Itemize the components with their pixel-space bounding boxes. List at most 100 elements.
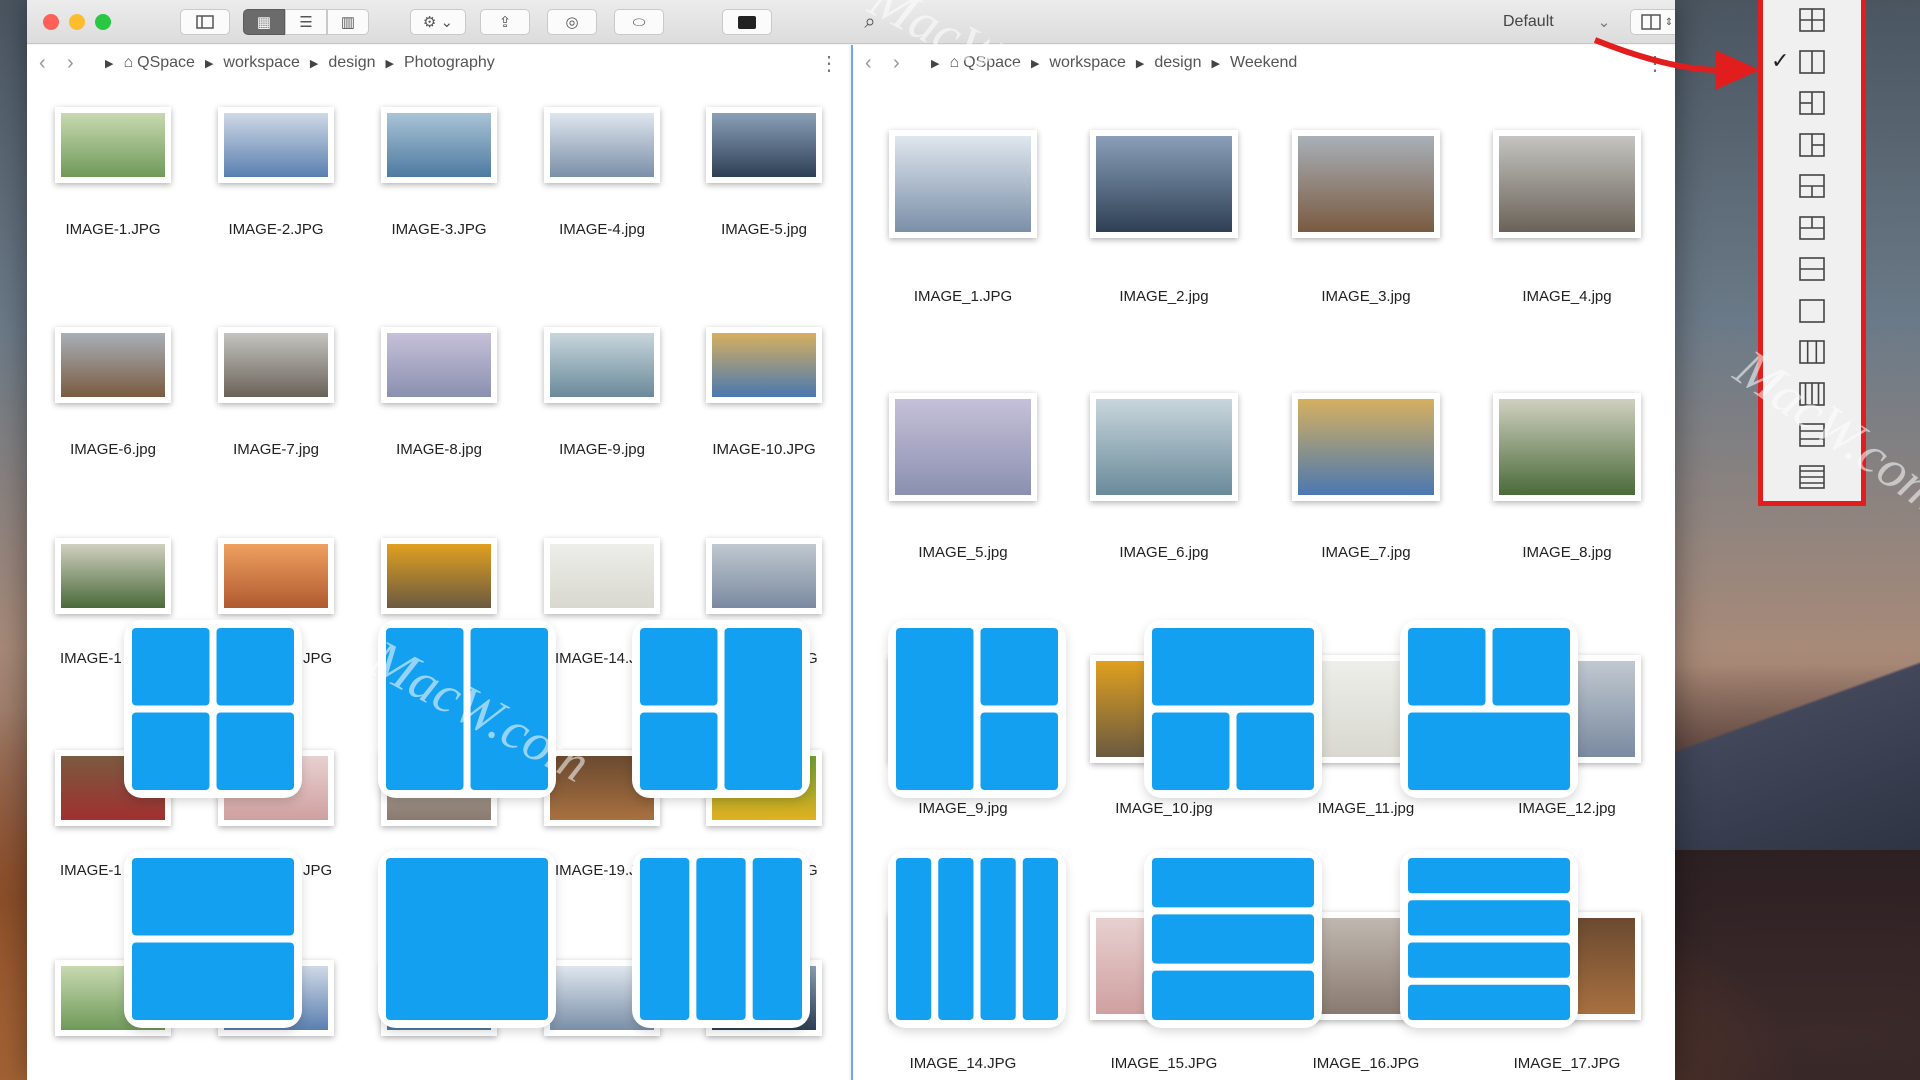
minimize-window-button[interactable] bbox=[69, 14, 85, 30]
layout-top-two-bottom-one-icon[interactable] bbox=[1400, 620, 1578, 798]
file-name: IMAGE-7.jpg bbox=[233, 441, 319, 458]
top-one-bottom-two-layout-icon bbox=[1799, 174, 1825, 198]
file-name[interactable]: IMAGE_11.jpg bbox=[1286, 800, 1446, 817]
image-thumbnail bbox=[544, 327, 660, 403]
icon-view-button[interactable]: ▦ bbox=[243, 9, 285, 35]
left-one-right-two-layout-icon bbox=[1799, 132, 1825, 157]
file-name[interactable]: IMAGE_10.jpg bbox=[1084, 800, 1244, 817]
image-thumbnail bbox=[706, 107, 822, 183]
action-menu-button[interactable]: ⚙ ⌄ bbox=[410, 9, 466, 35]
file-name[interactable]: IMAGE_4.jpg bbox=[1487, 288, 1647, 305]
left-breadcrumb: ‹ › ▶ ⌂ QSpace ▶ workspace ▶ design ▶ Ph… bbox=[27, 45, 849, 81]
column-view-button[interactable]: ▥ bbox=[327, 9, 369, 35]
layout-menu-item-three-columns[interactable] bbox=[1799, 340, 1827, 366]
file-item[interactable]: IMAGE-5.jpg bbox=[669, 107, 859, 238]
layout-menu-item-vertical-split[interactable] bbox=[1799, 49, 1827, 76]
file-item[interactable]: IMAGE-10.JPG bbox=[669, 327, 859, 458]
file-name[interactable]: IMAGE_17.JPG bbox=[1487, 1055, 1647, 1072]
layout-four-rows-icon[interactable] bbox=[1400, 850, 1578, 1028]
list-view-button[interactable]: ☰ bbox=[285, 9, 327, 35]
share-button[interactable]: ⇪ bbox=[480, 9, 530, 35]
breadcrumb-separator: ▶ bbox=[105, 57, 114, 70]
terminal-button[interactable] bbox=[722, 9, 772, 35]
file-name[interactable]: IMAGE_1.JPG bbox=[883, 288, 1043, 305]
layout-horizontal-split-icon[interactable] bbox=[124, 850, 302, 1028]
breadcrumb-item[interactable]: QSpace bbox=[137, 54, 195, 72]
breadcrumb-item[interactable]: Weekend bbox=[1230, 54, 1297, 72]
file-name[interactable]: IMAGE_6.jpg bbox=[1084, 544, 1244, 561]
file-name[interactable]: IMAGE_12.jpg bbox=[1487, 800, 1647, 817]
layout-four-columns-icon[interactable] bbox=[888, 850, 1066, 1028]
image-thumbnail bbox=[544, 538, 660, 614]
file-name[interactable]: IMAGE_15.JPG bbox=[1084, 1055, 1244, 1072]
forward-button[interactable]: › bbox=[893, 52, 921, 75]
layout-top-two-bottom-one-glyph bbox=[1408, 628, 1570, 790]
image-thumbnail bbox=[381, 327, 497, 403]
file-item[interactable]: IMAGE-3.JPG bbox=[344, 107, 534, 238]
breadcrumb-separator: ▶ bbox=[204, 57, 214, 70]
image-thumbnail bbox=[544, 107, 660, 183]
layout-left-one-right-two-glyph bbox=[896, 628, 1058, 790]
back-button[interactable]: ‹ bbox=[39, 52, 67, 75]
breadcrumb-separator: ▶ bbox=[385, 57, 394, 70]
file-item[interactable]: IMAGE-2.JPG bbox=[181, 107, 371, 238]
layout-menu-item-four-rows[interactable] bbox=[1799, 464, 1827, 491]
layout-single-glyph bbox=[386, 858, 548, 1020]
back-button[interactable]: ‹ bbox=[865, 52, 893, 75]
layout-four-rows-glyph bbox=[1408, 858, 1570, 1020]
image-thumbnail bbox=[381, 107, 497, 183]
layout-menu-item-left-two-right-one[interactable] bbox=[1799, 91, 1827, 117]
file-name: IMAGE-5.jpg bbox=[721, 221, 807, 238]
layout-menu-item-quad[interactable] bbox=[1799, 8, 1827, 34]
layout-menu-item-top-two-bottom-one[interactable] bbox=[1799, 215, 1827, 242]
columns-icon: ▥ bbox=[340, 14, 356, 31]
image-thumbnail bbox=[706, 538, 822, 614]
file-name[interactable]: IMAGE_3.jpg bbox=[1286, 288, 1446, 305]
layout-three-rows-icon[interactable] bbox=[1144, 850, 1322, 1028]
file-name[interactable]: IMAGE_2.jpg bbox=[1084, 288, 1244, 305]
layout-three-columns-glyph bbox=[640, 858, 802, 1020]
file-name[interactable]: IMAGE_7.jpg bbox=[1286, 544, 1446, 561]
airdrop-button[interactable]: ◎ bbox=[547, 9, 597, 35]
layout-quad-icon[interactable] bbox=[124, 620, 302, 798]
layout-menu-item-top-one-bottom-two[interactable] bbox=[1799, 174, 1827, 200]
close-window-button[interactable] bbox=[43, 14, 59, 30]
breadcrumb-item[interactable]: design bbox=[1154, 54, 1201, 72]
layout-menu-item-left-one-right-two[interactable] bbox=[1799, 132, 1827, 159]
layout-quad-glyph bbox=[132, 628, 294, 790]
layout-left-two-right-one-glyph bbox=[640, 628, 802, 790]
layout-top-one-bottom-two-icon[interactable] bbox=[1144, 620, 1322, 798]
file-name[interactable]: IMAGE_5.jpg bbox=[883, 544, 1043, 561]
layout-menu-item-single[interactable] bbox=[1799, 298, 1827, 325]
file-item[interactable]: IMAGE-7.jpg bbox=[181, 327, 371, 458]
image-thumbnail bbox=[381, 538, 497, 614]
image-thumbnail bbox=[1090, 130, 1238, 238]
file-name[interactable]: IMAGE_14.JPG bbox=[883, 1055, 1043, 1072]
layout-three-columns-icon[interactable] bbox=[632, 850, 810, 1028]
breadcrumb-separator: ▶ bbox=[1211, 57, 1220, 70]
layout-left-two-right-one-icon[interactable] bbox=[632, 620, 810, 798]
layout-menu-item-horizontal-split[interactable] bbox=[1799, 257, 1827, 283]
forward-button[interactable]: › bbox=[67, 52, 95, 75]
zoom-window-button[interactable] bbox=[95, 14, 111, 30]
file-name[interactable]: IMAGE_9.jpg bbox=[883, 800, 1043, 817]
image-thumbnail bbox=[1292, 130, 1440, 238]
tag-button[interactable]: ⬭ bbox=[614, 9, 664, 35]
image-thumbnail bbox=[1493, 393, 1641, 501]
layout-single-icon[interactable] bbox=[378, 850, 556, 1028]
file-name[interactable]: IMAGE_16.JPG bbox=[1286, 1055, 1446, 1072]
breadcrumb-item[interactable]: workspace bbox=[223, 54, 299, 72]
gear-icon: ⚙ ⌄ bbox=[422, 14, 454, 31]
breadcrumb-item[interactable]: design bbox=[328, 54, 375, 72]
left-two-right-one-layout-icon bbox=[1799, 91, 1825, 115]
file-name[interactable]: IMAGE_8.jpg bbox=[1487, 544, 1647, 561]
image-thumbnail bbox=[1090, 393, 1238, 501]
layout-left-one-right-two-icon[interactable] bbox=[888, 620, 1066, 798]
layout-preset-label[interactable]: Default bbox=[1503, 13, 1554, 31]
split-layout-icon bbox=[1641, 14, 1661, 30]
breadcrumb-item[interactable]: Photography bbox=[404, 54, 495, 72]
image-thumbnail bbox=[889, 130, 1037, 238]
file-item[interactable]: IMAGE-8.jpg bbox=[344, 327, 534, 458]
more-options-icon[interactable]: ⋮ bbox=[819, 51, 839, 76]
sidebar-toggle-button[interactable] bbox=[180, 9, 230, 35]
